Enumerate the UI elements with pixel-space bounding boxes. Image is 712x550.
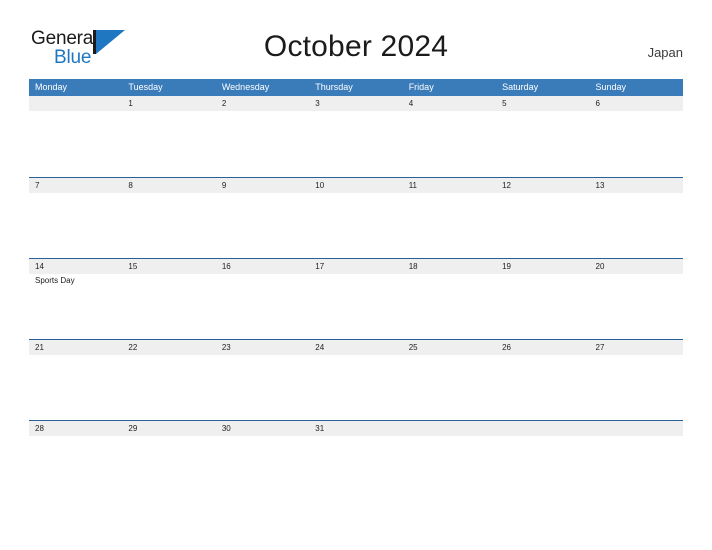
calendar-week-row: 28 29 30 31	[29, 420, 683, 501]
day-events: Sports Day	[35, 275, 119, 286]
holiday-label: Sports Day	[35, 276, 75, 285]
calendar-day-cell[interactable]: 14 Sports Day	[29, 259, 122, 339]
calendar-day-cell-empty	[496, 421, 589, 501]
calendar-day-cell[interactable]: 31	[309, 421, 402, 501]
day-number: 10	[315, 181, 325, 190]
day-number: 31	[315, 424, 325, 433]
weekday-header-monday: Monday	[35, 82, 68, 92]
calendar-day-cell[interactable]: 7	[29, 178, 122, 258]
calendar-day-cell[interactable]: 16	[216, 259, 309, 339]
country-label: Japan	[647, 45, 683, 60]
day-number: 25	[408, 343, 418, 352]
calendar-day-cell[interactable]: 22	[122, 340, 215, 420]
day-number: 1	[128, 99, 133, 108]
calendar-day-cell[interactable]: 15	[122, 259, 215, 339]
calendar-day-cell[interactable]: 28	[29, 421, 122, 501]
calendar-day-cell[interactable]: 17	[309, 259, 402, 339]
calendar-week-row: 7 8 9 10 11 12 13	[29, 177, 683, 258]
day-number: 14	[35, 262, 44, 271]
day-number: 5	[502, 99, 507, 108]
day-number: 30	[221, 424, 231, 433]
day-number: 15	[128, 262, 138, 271]
day-number: 22	[128, 343, 138, 352]
day-number: 13	[595, 181, 605, 190]
weekday-header-row: Monday Tuesday Wednesday Thursday Friday…	[29, 79, 683, 96]
calendar-day-cell[interactable]: 19	[496, 259, 589, 339]
calendar-day-cell[interactable]: 18	[403, 259, 496, 339]
day-number: 3	[315, 99, 320, 108]
calendar-day-cell[interactable]: 30	[216, 421, 309, 501]
page-header: General Blue October 2024 Japan	[0, 0, 712, 74]
weekday-header-tuesday: Tuesday	[128, 82, 163, 92]
calendar-day-cell-empty	[590, 421, 683, 501]
day-number: 17	[315, 262, 325, 271]
day-number: 8	[128, 181, 133, 190]
weekday-header-wednesday: Wednesday	[221, 82, 270, 92]
calendar-page: General Blue October 2024 Japan Monday T…	[0, 0, 712, 550]
day-number: 12	[502, 181, 512, 190]
calendar-day-cell[interactable]: 13	[590, 178, 683, 258]
calendar-day-cell[interactable]: 24	[309, 340, 402, 420]
calendar-day-cell[interactable]: 27	[590, 340, 683, 420]
calendar-day-cell[interactable]: 4	[403, 96, 496, 177]
weekday-header-sunday: Sunday	[595, 82, 627, 92]
day-number: 29	[128, 424, 138, 433]
calendar-day-cell[interactable]: 23	[216, 340, 309, 420]
page-title: October 2024	[263, 30, 449, 63]
calendar-day-cell-empty	[29, 96, 122, 177]
day-number: 2	[221, 99, 227, 108]
day-number: 4	[408, 99, 414, 108]
calendar-day-cell[interactable]: 1	[122, 96, 215, 177]
day-number: 9	[221, 181, 227, 190]
day-number: 21	[35, 343, 44, 352]
calendar-day-cell[interactable]: 8	[122, 178, 215, 258]
calendar-grid: Monday Tuesday Wednesday Thursday Friday…	[29, 79, 683, 501]
day-number: 7	[35, 181, 40, 190]
day-number: 26	[502, 343, 512, 352]
calendar-day-cell[interactable]: 10	[309, 178, 402, 258]
weekday-header-friday: Friday	[408, 82, 434, 92]
calendar-day-cell[interactable]: 25	[403, 340, 496, 420]
day-number: 20	[595, 262, 605, 271]
calendar-day-cell[interactable]: 29	[122, 421, 215, 501]
day-number: 24	[315, 343, 325, 352]
calendar-day-cell[interactable]: 21	[29, 340, 122, 420]
day-number: 6	[595, 99, 600, 108]
day-number: 23	[221, 343, 231, 352]
day-number: 19	[502, 262, 512, 271]
weekday-header-thursday: Thursday	[315, 82, 353, 92]
day-number: 11	[408, 181, 417, 190]
weekday-header-saturday: Saturday	[502, 82, 539, 92]
day-number: 27	[595, 343, 605, 352]
day-number: 16	[221, 262, 231, 271]
calendar-day-cell[interactable]: 9	[216, 178, 309, 258]
calendar-week-row: 1 2 3 4 5 6	[29, 96, 683, 177]
calendar-weeks: 1 2 3 4 5 6 7 8 9 10 11 12 13 14 Sports Day 15 16 17 18 19 2…	[29, 96, 683, 501]
calendar-day-cell[interactable]: 6	[590, 96, 683, 177]
calendar-day-cell[interactable]: 11	[403, 178, 496, 258]
calendar-day-cell-empty	[403, 421, 496, 501]
day-number: 28	[35, 424, 44, 433]
calendar-day-cell[interactable]: 20	[590, 259, 683, 339]
calendar-day-cell[interactable]: 3	[309, 96, 402, 177]
calendar-day-cell[interactable]: 26	[496, 340, 589, 420]
calendar-day-cell[interactable]: 5	[496, 96, 589, 177]
calendar-week-row: 21 22 23 24 25 26 27	[29, 339, 683, 420]
calendar-week-row: 14 Sports Day 15 16 17 18 19 20	[29, 258, 683, 339]
calendar-day-cell[interactable]: 2	[216, 96, 309, 177]
calendar-day-cell[interactable]: 12	[496, 178, 589, 258]
day-number: 18	[408, 262, 418, 271]
